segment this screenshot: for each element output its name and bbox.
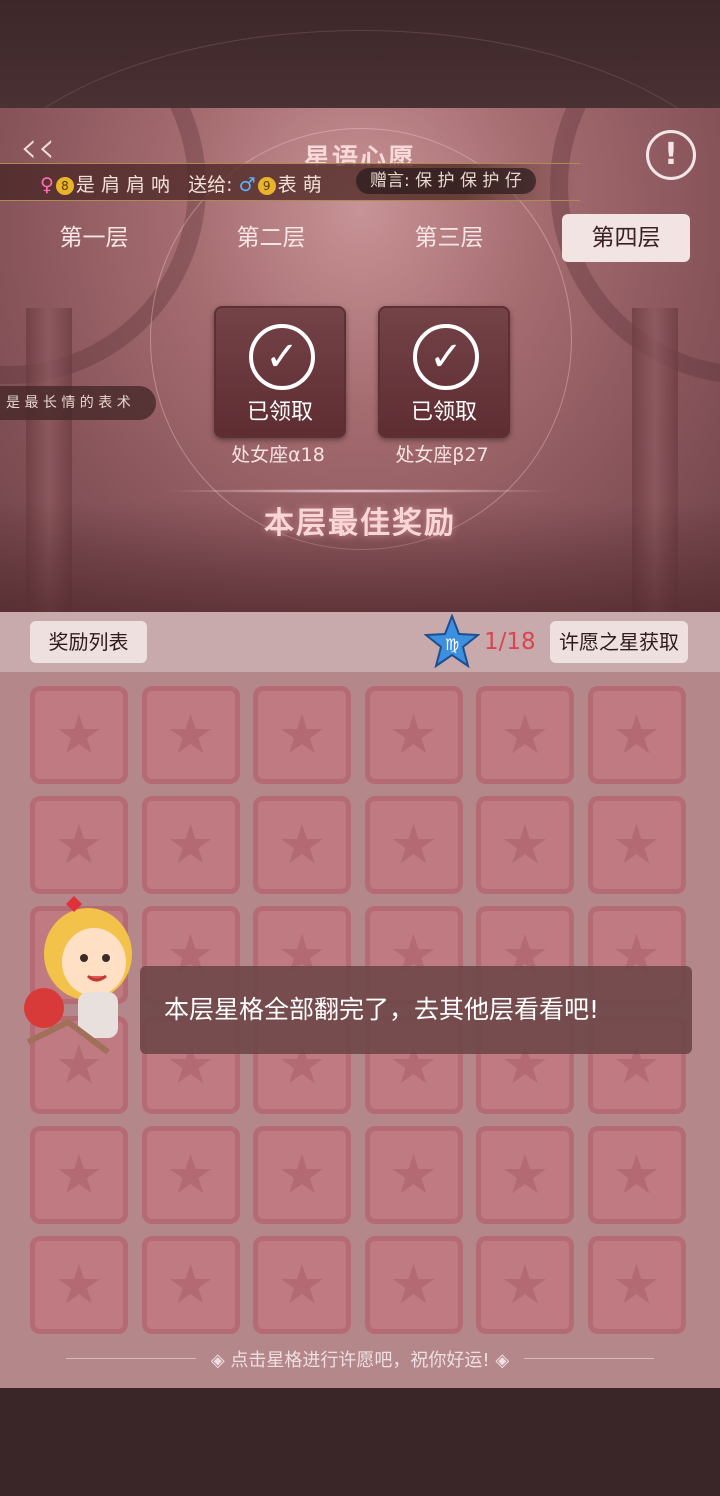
star-icon: ★ <box>612 703 661 766</box>
reward-card[interactable]: ✓ 已领取 <box>378 306 510 438</box>
reward-card[interactable]: ✓ 已领取 <box>214 306 346 438</box>
star-cell[interactable]: ★ <box>253 686 351 784</box>
star-icon: ★ <box>277 813 327 876</box>
info-icon: ! <box>664 137 678 172</box>
female-icon: ♀ <box>40 174 54 196</box>
star-icon: ★ <box>500 1253 550 1316</box>
star-cell[interactable]: ★ <box>141 686 240 784</box>
level-badge: 8 <box>55 176 74 195</box>
star-cell[interactable]: ★ <box>364 796 463 894</box>
star-cell[interactable]: ★ <box>587 1126 686 1224</box>
male-icon: ♂ <box>238 174 256 196</box>
glow-divider <box>160 489 560 493</box>
page-title: 星语心愿 <box>303 144 416 166</box>
star-icon: ★ <box>612 1253 661 1316</box>
star-cell[interactable]: ★ <box>476 796 574 894</box>
star-icon: ★ <box>277 1253 327 1316</box>
star-icon: ★ <box>166 703 215 766</box>
star-icon: ★ <box>166 813 215 876</box>
tab-layer-1[interactable]: 第一层 <box>30 214 158 262</box>
star-cell[interactable]: ★ <box>141 1236 240 1334</box>
reward-name: 处女座β27 <box>395 444 489 466</box>
reward-section-title: 本层最佳奖励 <box>264 506 456 541</box>
star-icon: ★ <box>54 813 104 876</box>
star-icon: ★ <box>166 1253 215 1316</box>
star-cell[interactable]: ★ <box>30 1126 128 1224</box>
back-button[interactable]: ‹‹ <box>20 126 55 170</box>
hint-text: ◈ 点击星格进行许愿吧，祝你好运! ◈ <box>210 1350 510 1371</box>
star-icon: ★ <box>612 1143 661 1206</box>
star-cell[interactable]: ★ <box>253 796 351 894</box>
hint-label: 点击星格进行许愿吧，祝你好运! <box>230 1350 490 1371</box>
check-icon: ✓ <box>249 324 315 390</box>
star-cell[interactable]: ★ <box>476 686 574 784</box>
star-cell[interactable]: ★ <box>587 1236 686 1334</box>
gift-message: 赠言: 保 护 保 护 仔 <box>356 168 536 194</box>
svg-text:♍: ♍ <box>445 635 459 654</box>
star-cell[interactable]: ★ <box>476 1236 574 1334</box>
check-icon: ✓ <box>413 324 479 390</box>
star-icon: ★ <box>389 703 438 766</box>
star-cell[interactable]: ★ <box>364 1236 463 1334</box>
claimed-label: 已领取 <box>410 400 477 425</box>
reward-list-button[interactable]: 奖励列表 <box>30 621 147 663</box>
star-icon: ★ <box>389 1253 438 1316</box>
star-cell[interactable]: ★ <box>253 1236 351 1334</box>
reward-name: 处女座α18 <box>231 444 325 466</box>
star-icon: ★ <box>500 703 550 766</box>
toast-message: 本层星格全部翻完了，去其他层看看吧! <box>140 966 692 1054</box>
star-icon: ★ <box>389 1143 438 1206</box>
star-icon: ★ <box>612 813 661 876</box>
star-cell[interactable]: ★ <box>476 1126 574 1224</box>
star-icon: ★ <box>277 1143 327 1206</box>
star-cell[interactable]: ★ <box>364 686 463 784</box>
info-button[interactable]: ! <box>646 130 696 180</box>
get-wish-star-button[interactable]: 许愿之星获取 <box>550 621 688 663</box>
star-icon: ★ <box>500 813 550 876</box>
receiver-name: 表 萌 <box>277 174 322 196</box>
star-cell[interactable]: ★ <box>364 1126 463 1224</box>
star-icon: ★ <box>500 1143 550 1206</box>
star-icon: ★ <box>54 1143 104 1206</box>
star-icon: ★ <box>166 1143 215 1206</box>
progress-count: 1/18 <box>484 629 536 655</box>
level-badge: 9 <box>257 176 276 195</box>
star-cell[interactable]: ★ <box>141 1126 240 1224</box>
virgo-star-icon: ♍ <box>424 614 480 669</box>
star-cell[interactable]: ★ <box>30 1236 128 1334</box>
star-cell[interactable]: ★ <box>587 686 686 784</box>
star-cell[interactable]: ★ <box>30 686 128 784</box>
claimed-label: 已领取 <box>246 400 313 425</box>
star-cell[interactable]: ★ <box>587 796 686 894</box>
star-cell[interactable]: ★ <box>141 796 240 894</box>
star-cell[interactable]: ★ <box>253 1126 351 1224</box>
top-background <box>0 0 720 432</box>
star-icon: ★ <box>277 703 327 766</box>
gift-banner: ♀ 8 是 肩 肩 呐 送给: ♂ 9 表 萌 赠言: 保 护 保 护 仔 <box>0 163 580 201</box>
sender-name: 是 肩 肩 呐 <box>75 174 171 196</box>
cupid-mascot <box>24 896 132 1055</box>
tab-layer-4[interactable]: 第四层 <box>562 214 690 262</box>
star-cell[interactable]: ★ <box>30 796 128 894</box>
bottom-background <box>0 1388 720 1496</box>
tab-layer-2[interactable]: 第二层 <box>207 214 335 262</box>
star-icon: ★ <box>389 813 438 876</box>
sent-to-label: 送给: <box>188 174 233 196</box>
star-icon: ★ <box>54 1253 104 1316</box>
tab-layer-3[interactable]: 第三层 <box>385 214 513 262</box>
gift-banner-text: ♀ 8 是 肩 肩 呐 送给: ♂ 9 表 萌 <box>40 170 322 197</box>
side-banner: 是 最 长 情 的 表 术 <box>0 386 156 420</box>
star-icon: ★ <box>54 703 104 766</box>
